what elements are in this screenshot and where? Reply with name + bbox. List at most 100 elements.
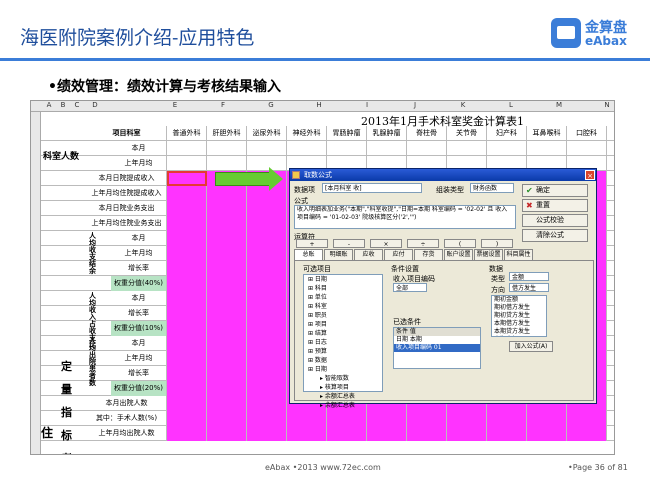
operator-button[interactable]: ) [481,239,513,248]
data-cell[interactable] [247,291,287,306]
data-cell[interactable] [247,336,287,351]
data-cell[interactable] [567,141,607,156]
close-icon[interactable]: × [585,170,595,180]
table-row[interactable]: 上年月均出院人数 [41,426,614,441]
data-cell[interactable] [247,321,287,336]
data-cell[interactable] [447,411,487,426]
data-cell[interactable] [407,141,447,156]
data-cell[interactable] [167,381,207,396]
data-cell[interactable] [247,396,287,411]
data-cell[interactable] [367,426,407,441]
data-cell[interactable] [247,366,287,381]
operator-button[interactable]: + [296,239,328,248]
operator-button[interactable]: × [370,239,402,248]
data-cell[interactable] [207,186,247,201]
data-cell[interactable] [247,201,287,216]
data-cell[interactable] [567,411,607,426]
data-cell[interactable] [327,411,367,426]
data-cell[interactable] [207,321,247,336]
data-cell[interactable] [167,261,207,276]
dialog-tab[interactable]: 科目属性 [504,249,533,260]
data-cell[interactable] [167,186,207,201]
dialog-titlebar[interactable]: 取数公式 × [290,169,596,181]
operator-button[interactable]: - [333,239,365,248]
data-cell[interactable] [287,141,327,156]
tree-item[interactable]: ⊞ 预算 [304,347,382,356]
data-cell[interactable] [247,351,287,366]
type-select[interactable]: 财务函数 [470,183,514,193]
operator-button[interactable]: ( [444,239,476,248]
data-cell[interactable] [287,411,327,426]
reset-button[interactable]: ✖ 重置 [522,199,588,212]
data-cell[interactable] [247,141,287,156]
data-cell[interactable] [207,336,247,351]
data-cell[interactable] [207,351,247,366]
tree-item[interactable]: ⊞ 日期 [304,275,382,284]
data-cell[interactable] [207,156,247,171]
data-cell[interactable] [367,411,407,426]
data-cell[interactable] [207,231,247,246]
data-cell[interactable] [487,141,527,156]
data-cell[interactable] [167,336,207,351]
confirm-button[interactable]: ✔ 确定 [522,184,588,197]
selected-conditions-list[interactable]: 条件 值日期 本期 收入项目编码 01 [393,327,481,369]
data-cell[interactable] [167,156,207,171]
tree-item[interactable]: ⊞ 项目 [304,320,382,329]
data-cell[interactable] [207,141,247,156]
data-cell[interactable] [207,261,247,276]
data-cell[interactable] [447,426,487,441]
data-cell[interactable] [247,231,287,246]
data-cell[interactable] [207,246,247,261]
data-type-select[interactable]: 金额 [509,272,549,281]
tree-subitem[interactable]: ▸ 余额汇总表 [304,401,382,410]
data-cell[interactable] [327,141,367,156]
data-cell[interactable] [207,201,247,216]
data-cell[interactable] [207,426,247,441]
tree-item[interactable]: ⊞ 科目 [304,284,382,293]
selected-row[interactable]: 日期 本期 [394,336,480,344]
dialog-tab[interactable]: 应收 [354,249,383,260]
data-cell[interactable] [487,426,527,441]
tree-item[interactable]: ⊞ 单位 [304,293,382,302]
data-cell[interactable] [487,411,527,426]
dialog-tab[interactable]: 明细账 [324,249,353,260]
data-items-list[interactable]: 期初金额期初借方发生期初贷方发生本期借方发生本期贷方发生本期余额本年借方发生本年… [491,295,547,337]
data-cell[interactable] [167,396,207,411]
data-cell[interactable] [167,321,207,336]
data-cell[interactable] [207,306,247,321]
data-cell[interactable] [167,171,207,186]
data-cell[interactable] [247,426,287,441]
data-cell[interactable] [247,216,287,231]
data-cell[interactable] [207,366,247,381]
tree-item[interactable]: ⊞ 科室 [304,302,382,311]
data-cell[interactable] [167,201,207,216]
data-item[interactable]: 本期余额 [492,336,546,337]
data-cell[interactable] [327,426,367,441]
validate-button[interactable]: 公式校验 [522,214,588,227]
data-cell[interactable] [527,426,567,441]
table-row[interactable]: 本月 [41,141,614,156]
tree-item[interactable]: ⊞ 数据 [304,356,382,365]
data-item[interactable]: 期初借方发生 [492,304,546,312]
formula-dialog[interactable]: 取数公式 × 数据项 [本月科室 收] 组装类型 财务函数 公式 收入明细表加业… [289,168,597,409]
data-item[interactable]: 本期贷方发生 [492,328,546,336]
tree-item[interactable]: ⊞ 日期 [304,365,382,374]
data-cell[interactable] [247,276,287,291]
data-cell[interactable] [167,411,207,426]
data-cell[interactable] [167,276,207,291]
data-item[interactable]: 期初金额 [492,296,546,304]
operator-button[interactable]: ÷ [407,239,439,248]
data-cell[interactable] [447,141,487,156]
data-cell[interactable] [167,351,207,366]
data-cell[interactable] [207,291,247,306]
data-cell[interactable] [167,426,207,441]
data-cell[interactable] [527,411,567,426]
data-cell[interactable] [247,381,287,396]
data-cell[interactable] [167,291,207,306]
data-src-select[interactable]: 借方发生 [509,283,549,292]
data-item[interactable]: 期初贷方发生 [492,312,546,320]
data-cell[interactable] [247,261,287,276]
formula-textarea[interactable]: 收入明细表加业务("本期","科室收提","日期=本期 科室编码 = '02-0… [294,205,516,229]
data-cell[interactable] [167,216,207,231]
data-cell[interactable] [527,141,567,156]
